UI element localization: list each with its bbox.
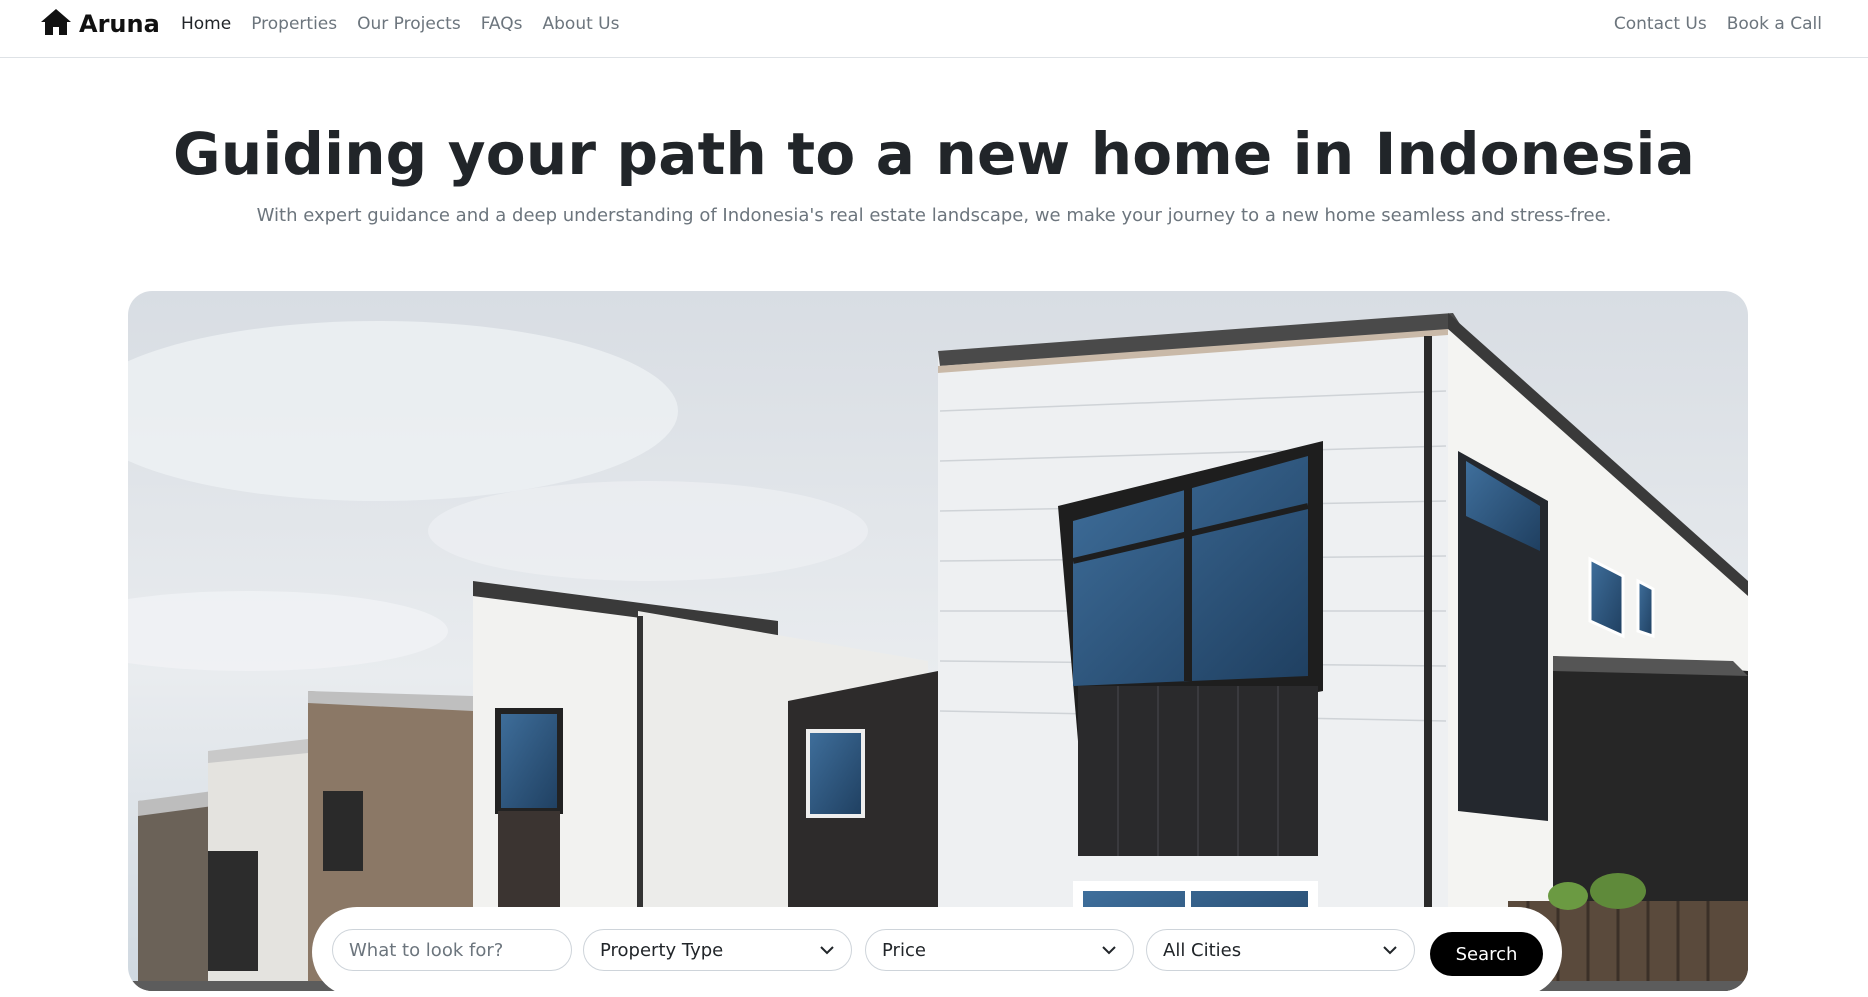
search-button[interactable]: Search bbox=[1430, 932, 1543, 976]
chevron-down-icon bbox=[1383, 946, 1397, 955]
nav-home[interactable]: Home bbox=[181, 14, 231, 34]
chevron-down-icon bbox=[1102, 946, 1116, 955]
nav-about-us[interactable]: About Us bbox=[543, 14, 620, 34]
property-type-value: Property Type bbox=[600, 939, 724, 961]
top-navbar: Aruna Home Properties Our Projects FAQs … bbox=[0, 0, 1868, 58]
city-value: All Cities bbox=[1163, 939, 1242, 961]
home-icon bbox=[40, 7, 72, 41]
brand-name: Aruna bbox=[79, 10, 160, 38]
nav-book-a-call[interactable]: Book a Call bbox=[1727, 14, 1822, 34]
property-search-bar: Property Type Price All Cities Search bbox=[312, 907, 1562, 997]
city-select[interactable]: All Cities bbox=[1146, 929, 1415, 971]
nav-faqs[interactable]: FAQs bbox=[481, 14, 523, 34]
hero-subtitle: With expert guidance and a deep understa… bbox=[256, 205, 1612, 226]
price-value: Price bbox=[882, 939, 926, 961]
secondary-nav: Contact Us Book a Call bbox=[1594, 0, 1822, 48]
property-type-select[interactable]: Property Type bbox=[583, 929, 852, 971]
chevron-down-icon bbox=[820, 946, 834, 955]
nav-properties[interactable]: Properties bbox=[251, 14, 337, 34]
price-select[interactable]: Price bbox=[865, 929, 1134, 971]
primary-nav: Home Properties Our Projects FAQs About … bbox=[181, 0, 639, 48]
nav-contact-us[interactable]: Contact Us bbox=[1614, 14, 1707, 34]
search-input[interactable] bbox=[332, 929, 572, 971]
brand-logo[interactable]: Aruna bbox=[40, 8, 160, 40]
hero-house-image bbox=[128, 291, 1748, 991]
nav-our-projects[interactable]: Our Projects bbox=[357, 14, 461, 34]
hero-title: Guiding your path to a new home in Indon… bbox=[173, 120, 1695, 188]
